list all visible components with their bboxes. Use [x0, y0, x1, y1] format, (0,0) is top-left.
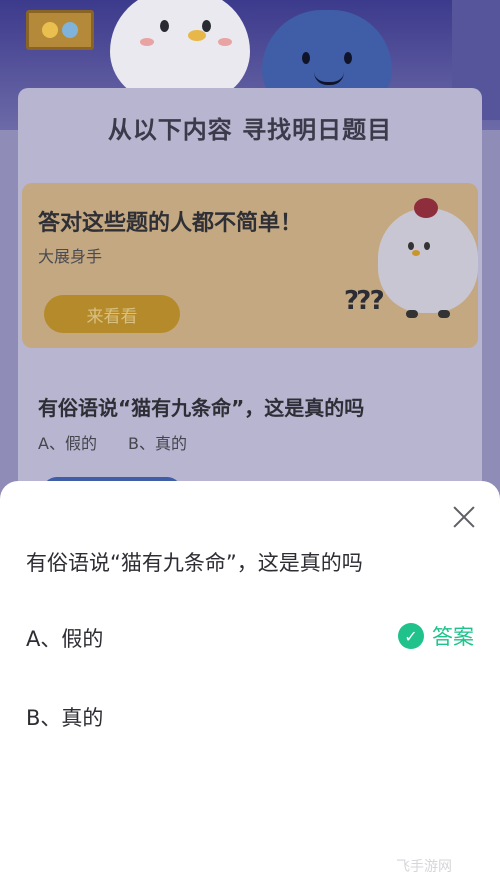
option-row-b[interactable]: B、真的 — [0, 684, 500, 744]
look-button[interactable]: 来看看 — [44, 295, 180, 333]
option-b-label: B、真的 — [26, 706, 104, 730]
page-title: 从以下内容 寻找明日题目 — [107, 116, 393, 144]
white-bird-mascot — [110, 0, 250, 100]
close-icon[interactable] — [450, 503, 478, 531]
question-marks-icon: ?⁇ — [344, 286, 384, 316]
chick-mascot — [378, 198, 478, 318]
background-option-b: B、真的 — [128, 434, 188, 453]
background-question-options: A、假的 B、真的 — [38, 430, 213, 454]
blue-medal-icon — [62, 22, 78, 38]
gold-medal-icon — [42, 22, 58, 38]
answer-sheet: 有俗语说“猫有九条命”，这是真的吗 A、假的 ✓ 答案 B、真的 — [0, 481, 500, 888]
promo-subtitle: 大展身手 — [38, 247, 103, 266]
answer-label: 答案 — [432, 625, 474, 649]
badge-frame — [26, 10, 94, 50]
check-icon: ✓ — [398, 623, 424, 649]
option-row-a[interactable]: A、假的 ✓ 答案 — [0, 605, 500, 665]
background-question-text: 有俗语说“猫有九条命”，这是真的吗 — [38, 396, 365, 420]
sheet-question-text: 有俗语说“猫有九条命”，这是真的吗 — [26, 551, 363, 575]
option-a-label: A、假的 — [26, 627, 104, 651]
answer-tag: ✓ 答案 — [398, 621, 474, 651]
promo-title: 答对这些题的人都不简单！ — [38, 211, 303, 236]
watermark: 飞手游网 — [396, 859, 452, 875]
background-option-a: A、假的 — [38, 434, 97, 453]
